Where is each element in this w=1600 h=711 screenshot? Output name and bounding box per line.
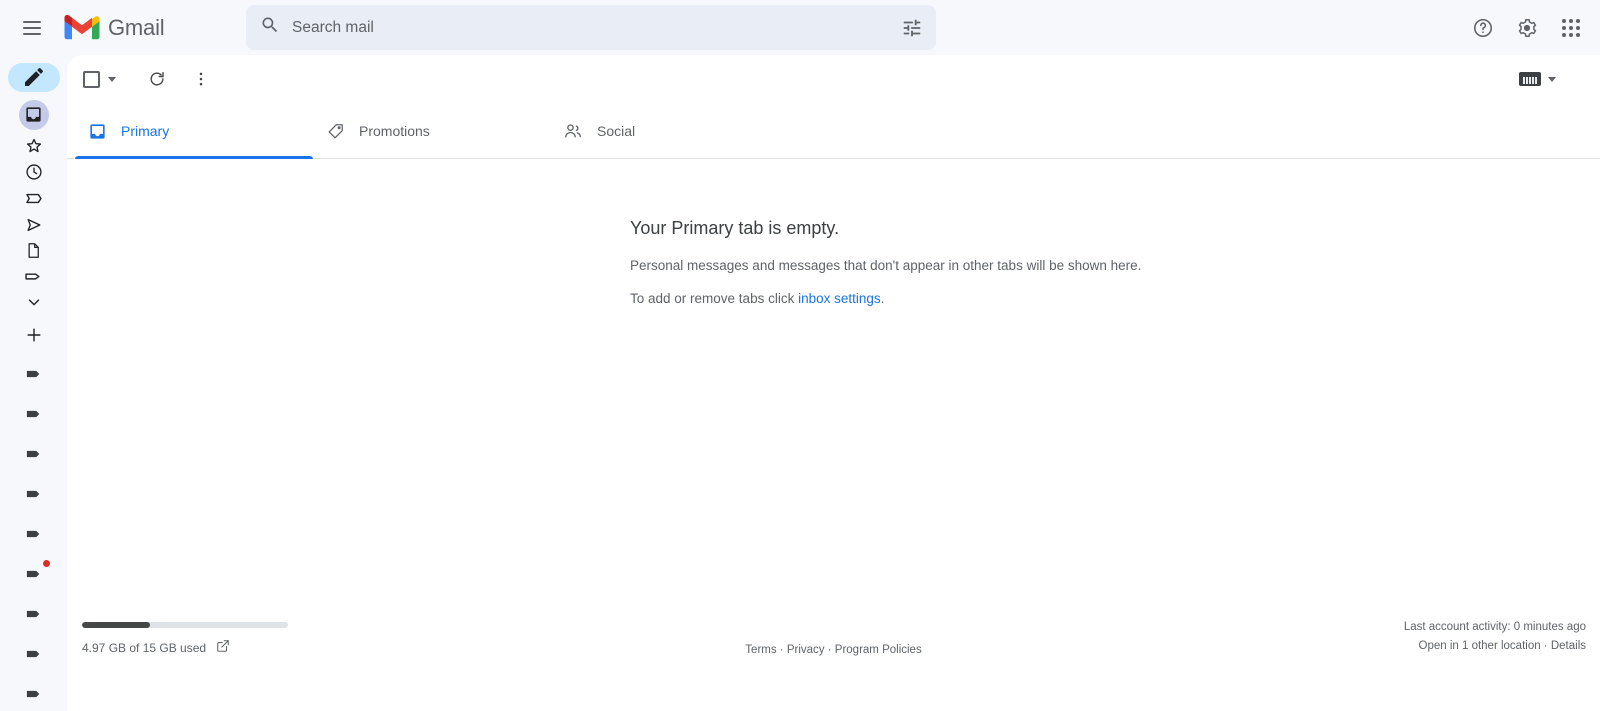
chevron-down-icon [107,76,116,82]
label-icon [24,684,44,709]
label-icon [24,364,44,389]
tab-label: Promotions [359,123,430,139]
sidebar-item-sent[interactable] [14,215,54,235]
more-options-button[interactable] [181,59,221,99]
hamburger-menu-icon[interactable] [8,4,56,52]
sidebar-item-drafts[interactable] [14,241,54,260]
inbox-icon [87,121,107,141]
empty-state-hint: To add or remove tabs click inbox settin… [630,291,1141,306]
more-vertical-icon [199,72,203,86]
tag-icon [25,273,40,280]
pencil-compose-icon [24,68,43,87]
star-icon [26,138,41,152]
clock-icon [25,164,42,180]
tag-icon [325,121,345,141]
label-list [14,345,54,711]
main-panel: Primary Promotions Social Your Primary t… [67,55,1600,711]
sidebar-label-item[interactable] [14,361,54,391]
sidebar-item-important[interactable] [14,188,54,209]
sidebar-item-starred[interactable] [14,136,54,156]
tab-label: Social [597,123,636,139]
label-icon [24,524,44,549]
tab-social[interactable]: Social [551,103,789,159]
gmail-brand[interactable]: Gmail [64,14,165,42]
privacy-link[interactable]: Privacy [787,644,825,656]
search-icon[interactable] [260,15,280,40]
refresh-icon [150,71,164,86]
compose-button[interactable] [7,63,60,92]
people-icon [563,121,583,141]
sidebar-item-more[interactable] [14,293,54,311]
sidebar-label-item[interactable] [14,401,54,431]
search-options-icon[interactable] [890,6,934,50]
app-header: Gmail [0,0,1600,55]
last-account-activity: Last account activity: 0 minutes ago [1403,621,1586,633]
list-toolbar [67,55,1600,103]
sidebar-label-item[interactable] [14,481,54,511]
sidebar-label-item[interactable] [14,681,54,711]
important-bookmark-icon [26,193,42,203]
notification-badge [42,559,50,567]
settings-gear-icon[interactable] [1506,7,1548,49]
select-all-checkbox[interactable] [79,59,119,99]
keyboard-icon [1519,72,1541,86]
open-locations-row: Open in 1 other location · Details [1404,637,1587,656]
sidebar-item-snoozed[interactable] [14,162,54,182]
sidebar-label-item[interactable] [14,559,54,591]
add-label-button[interactable] [14,325,54,345]
gmail-logo-icon [64,14,100,39]
input-method-indicator[interactable] [1519,72,1556,86]
footer-separator: · [824,644,835,656]
terms-link[interactable]: Terms [745,644,776,656]
draft-file-icon [28,242,39,258]
tab-promotions[interactable]: Promotions [313,103,551,159]
empty-state-title: Your Primary tab is empty. [630,218,840,238]
account-activity: Last account activity: 0 minutes ago Ope… [1404,618,1586,656]
google-apps-grid-icon[interactable] [1550,7,1592,49]
send-icon [27,218,40,231]
search-input[interactable] [292,18,890,37]
footer-links: Terms · Privacy · Program Policies [67,644,1600,656]
sidebar-label-item[interactable] [14,441,54,471]
tab-primary[interactable]: Primary [75,103,313,159]
label-icon [24,604,44,629]
refresh-button[interactable] [137,59,177,99]
storage-bar-fill [82,622,150,628]
left-rail [0,55,67,711]
header-actions [1462,0,1592,55]
inbox-tabs: Primary Promotions Social [67,103,1600,159]
program-policies-link[interactable]: Program Policies [835,644,922,656]
sidebar-item-inbox[interactable] [14,99,54,130]
label-icon [24,444,44,469]
tab-active-underline [75,156,313,159]
details-link[interactable]: Details [1551,640,1586,652]
plus-icon [26,328,41,342]
inbox-icon [26,107,41,122]
sidebar-label-item[interactable] [14,521,54,551]
label-icon [24,644,44,669]
search-bar[interactable] [246,5,936,50]
open-locations-label: Open in 1 other location · [1418,640,1551,652]
support-icon[interactable] [1462,7,1504,49]
empty-state-hint-prefix: To add or remove tabs click [630,291,799,306]
empty-state: Your Primary tab is empty. Personal mess… [630,218,1141,324]
sidebar-label-item[interactable] [14,641,54,671]
sidebar-label-item[interactable] [14,601,54,631]
empty-state-description: Personal messages and messages that don'… [630,258,1142,273]
storage-bar [82,622,288,628]
inbox-settings-link[interactable]: inbox settings [798,291,881,306]
sidebar-item-categories[interactable] [14,266,54,287]
chevron-down-icon [1548,76,1556,82]
empty-state-hint-suffix: . [880,291,885,306]
footer-separator: · [776,644,787,656]
tab-label: Primary [121,123,170,139]
label-icon [24,404,44,429]
label-icon [24,559,50,589]
label-icon [24,484,44,509]
brand-label: Gmail [108,14,165,40]
chevron-down-icon [28,299,39,305]
checkbox-icon [82,70,100,88]
